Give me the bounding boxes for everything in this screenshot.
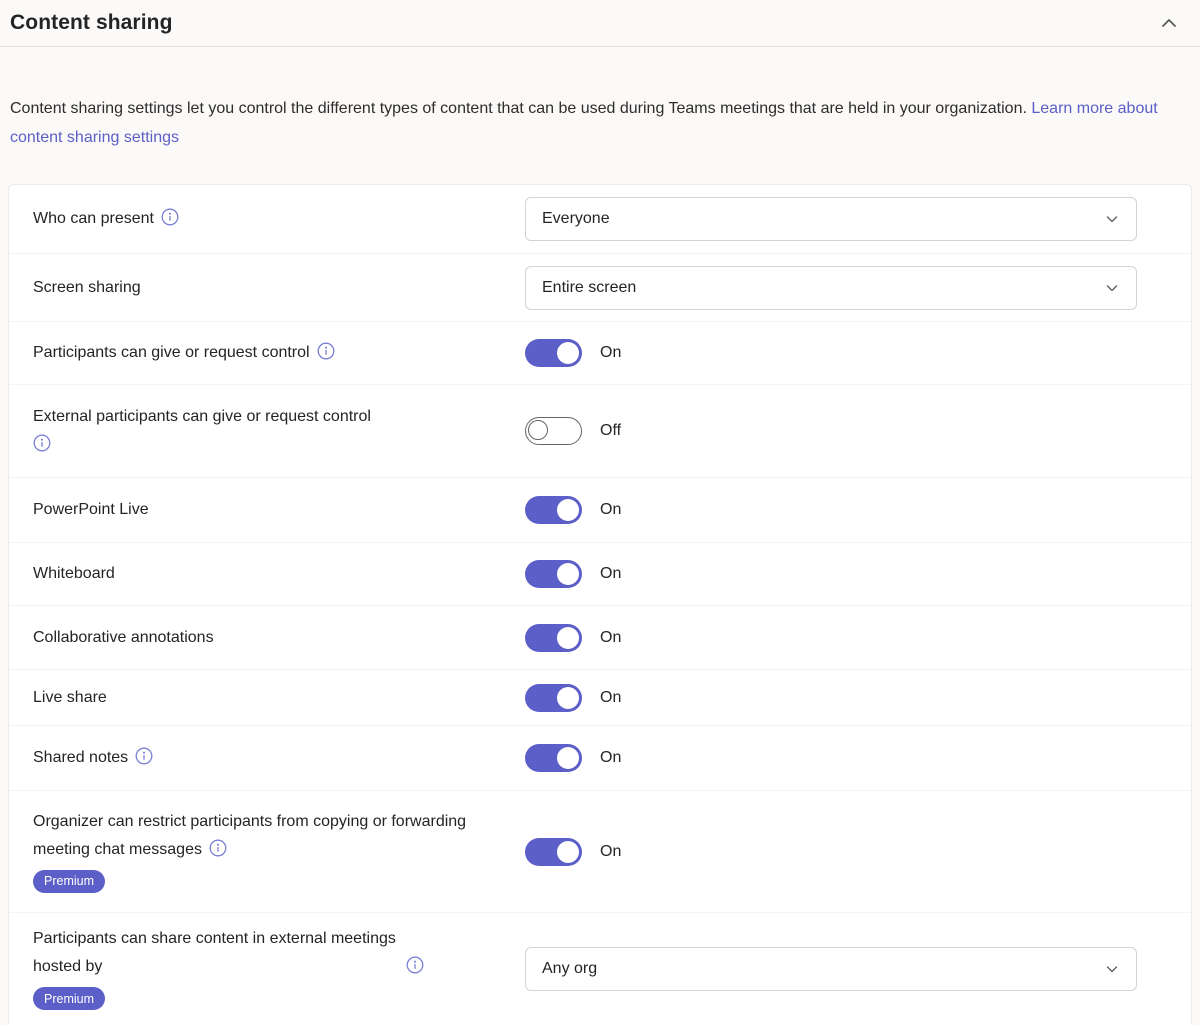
- toggle-knob: [557, 563, 579, 585]
- toggle-state-label: On: [600, 688, 622, 706]
- setting-label: Shared notes: [33, 744, 525, 772]
- setting-label: Screen sharing: [33, 278, 141, 296]
- premium-badge: Premium: [33, 869, 106, 893]
- description-text: Content sharing settings let you control…: [10, 100, 1027, 117]
- row-collaborative-annotations: Collaborative annotations On: [9, 606, 1191, 670]
- section-description: Content sharing settings let you control…: [0, 63, 1200, 168]
- info-icon[interactable]: [317, 342, 335, 360]
- collapse-section-button[interactable]: [1154, 8, 1184, 38]
- setting-label: PowerPoint Live: [33, 501, 149, 518]
- content-sharing-settings-panel: Who can present Everyone Screen sharing …: [8, 184, 1192, 1025]
- toggle-state-label: On: [600, 628, 622, 646]
- row-live-share: Live share On: [9, 670, 1191, 726]
- setting-label: Whiteboard: [33, 565, 115, 582]
- toggle-state-label: On: [600, 842, 622, 860]
- toggle-knob: [557, 747, 579, 769]
- whiteboard-toggle[interactable]: [525, 560, 582, 588]
- row-screen-sharing: Screen sharing Entire screen: [9, 254, 1191, 322]
- participants-give-control-toggle[interactable]: [525, 339, 582, 367]
- chevron-down-icon: [1106, 284, 1118, 291]
- toggle-knob: [557, 626, 579, 649]
- chevron-up-icon: [1162, 19, 1176, 27]
- info-icon[interactable]: [406, 956, 424, 974]
- setting-label: Live share: [33, 688, 107, 706]
- info-icon[interactable]: [135, 747, 153, 765]
- toggle-knob: [528, 420, 548, 440]
- chevron-down-icon: [1106, 966, 1118, 973]
- row-shared-notes: Shared notes On: [9, 726, 1191, 791]
- premium-badge: Premium: [33, 987, 106, 1011]
- toggle-state-label: On: [600, 501, 622, 518]
- dropdown-value: Everyone: [542, 210, 610, 227]
- setting-label: Participants can share content in extern…: [33, 925, 525, 1013]
- row-external-meeting-sharing: Participants can share content in extern…: [9, 913, 1191, 1025]
- toggle-state-label: On: [600, 749, 622, 766]
- who-can-present-dropdown[interactable]: Everyone: [525, 197, 1137, 241]
- row-powerpoint-live: PowerPoint Live On: [9, 478, 1191, 543]
- section-header: Content sharing: [0, 0, 1200, 47]
- toggle-state-label: On: [600, 344, 622, 361]
- info-icon[interactable]: [209, 839, 227, 857]
- collaborative-annotations-toggle[interactable]: [525, 623, 582, 652]
- setting-label: Participants can give or request control: [33, 339, 525, 367]
- row-restrict-chat-copy: Organizer can restrict participants from…: [9, 791, 1191, 913]
- setting-label: Collaborative annotations: [33, 628, 214, 646]
- row-external-participants-control: External participants can give or reques…: [9, 385, 1191, 478]
- row-who-can-present: Who can present Everyone: [9, 185, 1191, 254]
- toggle-knob: [557, 499, 579, 521]
- setting-label: Organizer can restrict participants from…: [33, 808, 525, 896]
- setting-label: External participants can give or reques…: [33, 403, 525, 459]
- page-title: Content sharing: [10, 11, 173, 34]
- toggle-knob: [557, 686, 579, 709]
- row-whiteboard: Whiteboard On: [9, 543, 1191, 606]
- info-icon[interactable]: [161, 208, 179, 226]
- dropdown-value: Entire screen: [542, 278, 637, 296]
- toggle-state-label: On: [600, 565, 622, 582]
- toggle-knob: [557, 342, 579, 364]
- setting-label: Who can present: [33, 205, 525, 233]
- chevron-down-icon: [1106, 216, 1118, 223]
- powerpoint-live-toggle[interactable]: [525, 496, 582, 524]
- toggle-state-label: Off: [600, 422, 622, 439]
- shared-notes-toggle[interactable]: [525, 744, 582, 772]
- info-icon[interactable]: [33, 434, 51, 452]
- dropdown-value: Any org: [542, 960, 598, 977]
- row-participants-give-control: Participants can give or request control…: [9, 322, 1191, 385]
- toggle-knob: [557, 840, 579, 863]
- screen-sharing-dropdown[interactable]: Entire screen: [525, 265, 1137, 310]
- restrict-chat-copy-toggle[interactable]: [525, 837, 582, 866]
- live-share-toggle[interactable]: [525, 683, 582, 712]
- external-meeting-host-dropdown[interactable]: Any org: [525, 947, 1137, 991]
- external-participants-control-toggle[interactable]: [525, 417, 582, 445]
